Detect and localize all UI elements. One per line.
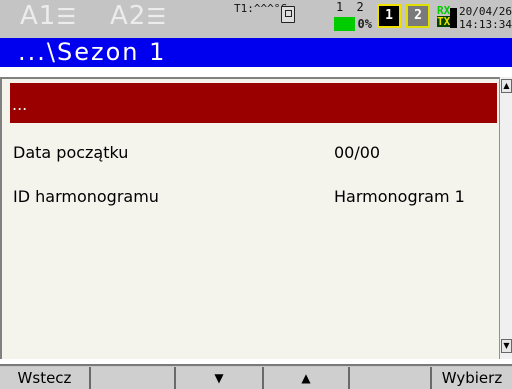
arrow-up-icon[interactable]: ▲ [501, 79, 512, 93]
progress-fill [334, 17, 355, 31]
rx-tx-indicator: RX TX [437, 5, 451, 28]
progress-text: 0% [357, 17, 372, 31]
menu-item-schedule-id-value[interactable]: Harmonogram 1 [334, 187, 465, 206]
menu-item-schedule-id-label[interactable]: ID harmonogramu [13, 187, 159, 206]
tx-label: TX [437, 15, 451, 28]
spacer [0, 67, 512, 77]
down-button[interactable]: ▼ [176, 367, 264, 389]
channel-a1-label: A1 [20, 1, 57, 31]
softkey-2-button[interactable] [91, 367, 176, 389]
sd-card-icon [281, 6, 295, 23]
bars-icon: ☰ [146, 5, 168, 30]
bars-icon: ☰ [56, 5, 78, 30]
status-bar: A1☰ A2☰ T1:^^^°C 1 2 0% 1 2 RX TX 20/04/… [0, 0, 512, 38]
datetime-readout: 20/04/26 14:13:34 [459, 5, 512, 31]
softkey-bar: Wstecz ▼ ▲ Wybierz [0, 364, 512, 389]
status-block-icon [450, 8, 457, 28]
menu-item-parent[interactable]: ... [10, 83, 497, 123]
select-button[interactable]: Wybierz [432, 367, 512, 389]
menu-item-parent-label: ... [12, 95, 28, 114]
menu-item-start-date-label[interactable]: Data początku [13, 143, 128, 162]
channel-a1-indicator: A1☰ [20, 2, 77, 32]
arrow-down-icon[interactable]: ▼ [501, 339, 512, 353]
title-bar: ...\Sezon 1 [0, 38, 512, 67]
scrollbar[interactable]: ▲ ▼ [499, 77, 512, 359]
channel-a2-indicator: A2☰ [110, 2, 167, 32]
channel-a2-label: A2 [110, 1, 147, 31]
time-text: 14:13:34 [459, 18, 512, 31]
output-2-indicator: 2 [406, 4, 430, 28]
temperature-readout: T1:^^^°C [234, 2, 287, 15]
back-button[interactable]: Wstecz [0, 367, 91, 389]
menu-item-start-date-value[interactable]: 00/00 [334, 143, 380, 162]
up-button[interactable]: ▲ [264, 367, 350, 389]
output-1-indicator: 1 [377, 4, 401, 28]
date-text: 20/04/26 [459, 5, 512, 18]
channels-label: 1 2 [336, 0, 367, 14]
progress-bar: 0% [334, 17, 372, 31]
softkey-5-button[interactable] [350, 367, 432, 389]
page-title: ...\Sezon 1 [18, 38, 167, 66]
